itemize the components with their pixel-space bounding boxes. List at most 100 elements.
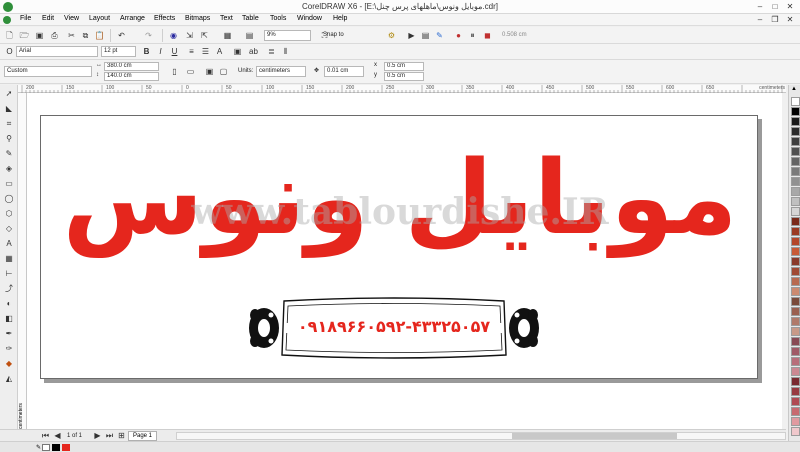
search-content-icon[interactable]: ◉ <box>168 30 179 41</box>
menu-edit[interactable]: Edit <box>42 15 54 22</box>
menu-effects[interactable]: Effects <box>154 15 175 22</box>
horizontal-scrollbar[interactable] <box>176 432 786 440</box>
menu-help[interactable]: Help <box>333 15 347 22</box>
palette-swatch[interactable] <box>791 427 800 436</box>
palette-swatch[interactable] <box>791 337 800 346</box>
palette-swatch[interactable] <box>791 127 800 136</box>
palette-swatch[interactable] <box>791 417 800 426</box>
menu-window[interactable]: Window <box>297 15 322 22</box>
polygon-tool-icon[interactable]: ⬡ <box>3 208 15 219</box>
palette-swatch[interactable] <box>791 137 800 146</box>
application-launcher-icon[interactable]: ▦ <box>222 30 233 41</box>
palette-swatch[interactable] <box>791 387 800 396</box>
duplicate-x-field[interactable]: 0.5 cm <box>384 62 424 71</box>
landscape-icon[interactable]: ▭ <box>185 66 196 77</box>
export-icon[interactable]: ⇱ <box>199 30 210 41</box>
ellipse-tool-icon[interactable]: ◯ <box>3 193 15 204</box>
copy-icon[interactable]: ⧉ <box>80 30 91 41</box>
units-dropdown[interactable]: centimeters <box>256 66 306 77</box>
macro-editor-icon[interactable]: ▤ <box>420 30 431 41</box>
connector-tool-icon[interactable]: ⤴ <box>3 283 15 294</box>
outline-pen-tool-icon[interactable]: ✑ <box>3 343 15 354</box>
prev-page-icon[interactable]: ◀ <box>52 430 63 441</box>
palette-swatch[interactable] <box>791 207 800 216</box>
crop-tool-icon[interactable]: ⌗ <box>3 118 15 129</box>
vertical-text-icon[interactable]: ⫴ <box>280 46 291 57</box>
palette-swatch[interactable] <box>791 227 800 236</box>
document-page[interactable]: موبایل ونوس www.tablourdishe.IR ۰۹۱۸۹۶۶۰… <box>40 115 758 379</box>
macro-run-icon[interactable]: ▶ <box>406 30 417 41</box>
page-tab[interactable]: Page 1 <box>128 431 158 441</box>
palette-swatch[interactable] <box>791 307 800 316</box>
palette-swatch[interactable] <box>791 177 800 186</box>
table-tool-icon[interactable]: ▦ <box>3 253 15 264</box>
palette-swatch[interactable] <box>791 367 800 376</box>
menu-table[interactable]: Table <box>242 15 259 22</box>
zoom-level-field[interactable]: 9% <box>264 30 311 41</box>
menu-bitmaps[interactable]: Bitmaps <box>185 15 210 22</box>
paste-icon[interactable]: 📋 <box>94 30 105 41</box>
text-properties-icon[interactable]: ▣ <box>232 46 243 57</box>
print-icon[interactable]: ⎙ <box>49 30 60 41</box>
menu-tools[interactable]: Tools <box>270 15 286 22</box>
italic-icon[interactable]: I <box>155 46 166 57</box>
palette-swatch[interactable] <box>791 107 800 116</box>
text-tool-icon[interactable]: A <box>3 238 15 249</box>
menu-view[interactable]: View <box>64 15 79 22</box>
vertical-ruler[interactable]: centimeters <box>18 93 27 429</box>
shape-tool-icon[interactable]: ◣ <box>3 103 15 114</box>
page-preset-field[interactable]: Custom <box>4 66 92 77</box>
parallel-dimension-tool-icon[interactable]: ⊢ <box>3 268 15 279</box>
dropcap-icon[interactable]: A <box>214 46 225 57</box>
bullet-icon[interactable]: ☰ <box>200 46 211 57</box>
fill-swatch-black[interactable] <box>52 444 60 451</box>
zoom-tool-icon[interactable]: ⚲ <box>3 133 15 144</box>
fill-tool-icon[interactable]: ◆ <box>3 358 15 369</box>
duplicate-distance-field[interactable]: 0.508 cm <box>502 32 527 38</box>
palette-swatch[interactable] <box>791 377 800 386</box>
palette-swatch[interactable] <box>791 357 800 366</box>
menu-text[interactable]: Text <box>220 15 233 22</box>
cut-icon[interactable]: ✂ <box>66 30 77 41</box>
all-pages-icon[interactable]: ▣ <box>204 66 215 77</box>
blend-tool-icon[interactable]: ◐ <box>3 298 15 309</box>
palette-swatch[interactable] <box>791 277 800 286</box>
palette-swatch[interactable] <box>791 157 800 166</box>
palette-swatch[interactable] <box>791 217 800 226</box>
interactive-fill-tool-icon[interactable]: ◭ <box>3 373 15 384</box>
horizontal-text-icon[interactable]: ≣ <box>266 46 277 57</box>
portrait-icon[interactable]: ▯ <box>169 66 180 77</box>
fill-indicator-icon[interactable]: ✎ <box>36 444 41 451</box>
rectangle-tool-icon[interactable]: ▭ <box>3 178 15 189</box>
snap-to-dropdown[interactable]: Snap to <box>323 32 344 38</box>
macro-record-icon[interactable]: ◼ <box>482 30 493 41</box>
first-page-icon[interactable]: ⏮ <box>40 430 51 441</box>
duplicate-y-field[interactable]: 0.5 cm <box>384 72 424 81</box>
doc-icon[interactable] <box>3 16 11 24</box>
palette-swatch[interactable] <box>791 257 800 266</box>
palette-swatch[interactable] <box>791 317 800 326</box>
page-width-field[interactable]: 380.0 cm <box>104 62 159 71</box>
last-page-icon[interactable]: ⏭ <box>104 430 115 441</box>
new-icon[interactable]: 🗋 <box>4 30 15 41</box>
palette-swatch[interactable] <box>791 297 800 306</box>
welcome-screen-icon[interactable]: ▤ <box>244 30 255 41</box>
close-icon[interactable]: ✕ <box>784 2 796 12</box>
underline-icon[interactable]: U <box>169 46 180 57</box>
edit-text-icon[interactable]: ab <box>248 46 259 57</box>
palette-swatch[interactable] <box>791 187 800 196</box>
phone-number[interactable]: ۰۹۱۸۹۶۶۰۵۹۲-۴۳۳۲۵۰۵۷ <box>244 317 544 336</box>
palette-swatch[interactable] <box>791 247 800 256</box>
align-icon[interactable]: ≡ <box>186 46 197 57</box>
palette-scroll-up-icon[interactable]: ▲ <box>791 86 797 92</box>
eyedropper-tool-icon[interactable]: ✒ <box>3 328 15 339</box>
fill-swatch-none[interactable] <box>42 444 50 451</box>
nudge-distance-field[interactable]: 0.01 cm <box>324 66 364 77</box>
import-icon[interactable]: ⇲ <box>184 30 195 41</box>
undo-icon[interactable]: ↶ <box>116 30 127 41</box>
palette-swatch[interactable] <box>791 147 800 156</box>
doc-minimize-icon[interactable]: – <box>754 15 766 25</box>
palette-swatch[interactable] <box>791 117 800 126</box>
basic-shapes-tool-icon[interactable]: ◇ <box>3 223 15 234</box>
fill-swatch-red[interactable] <box>62 444 70 451</box>
